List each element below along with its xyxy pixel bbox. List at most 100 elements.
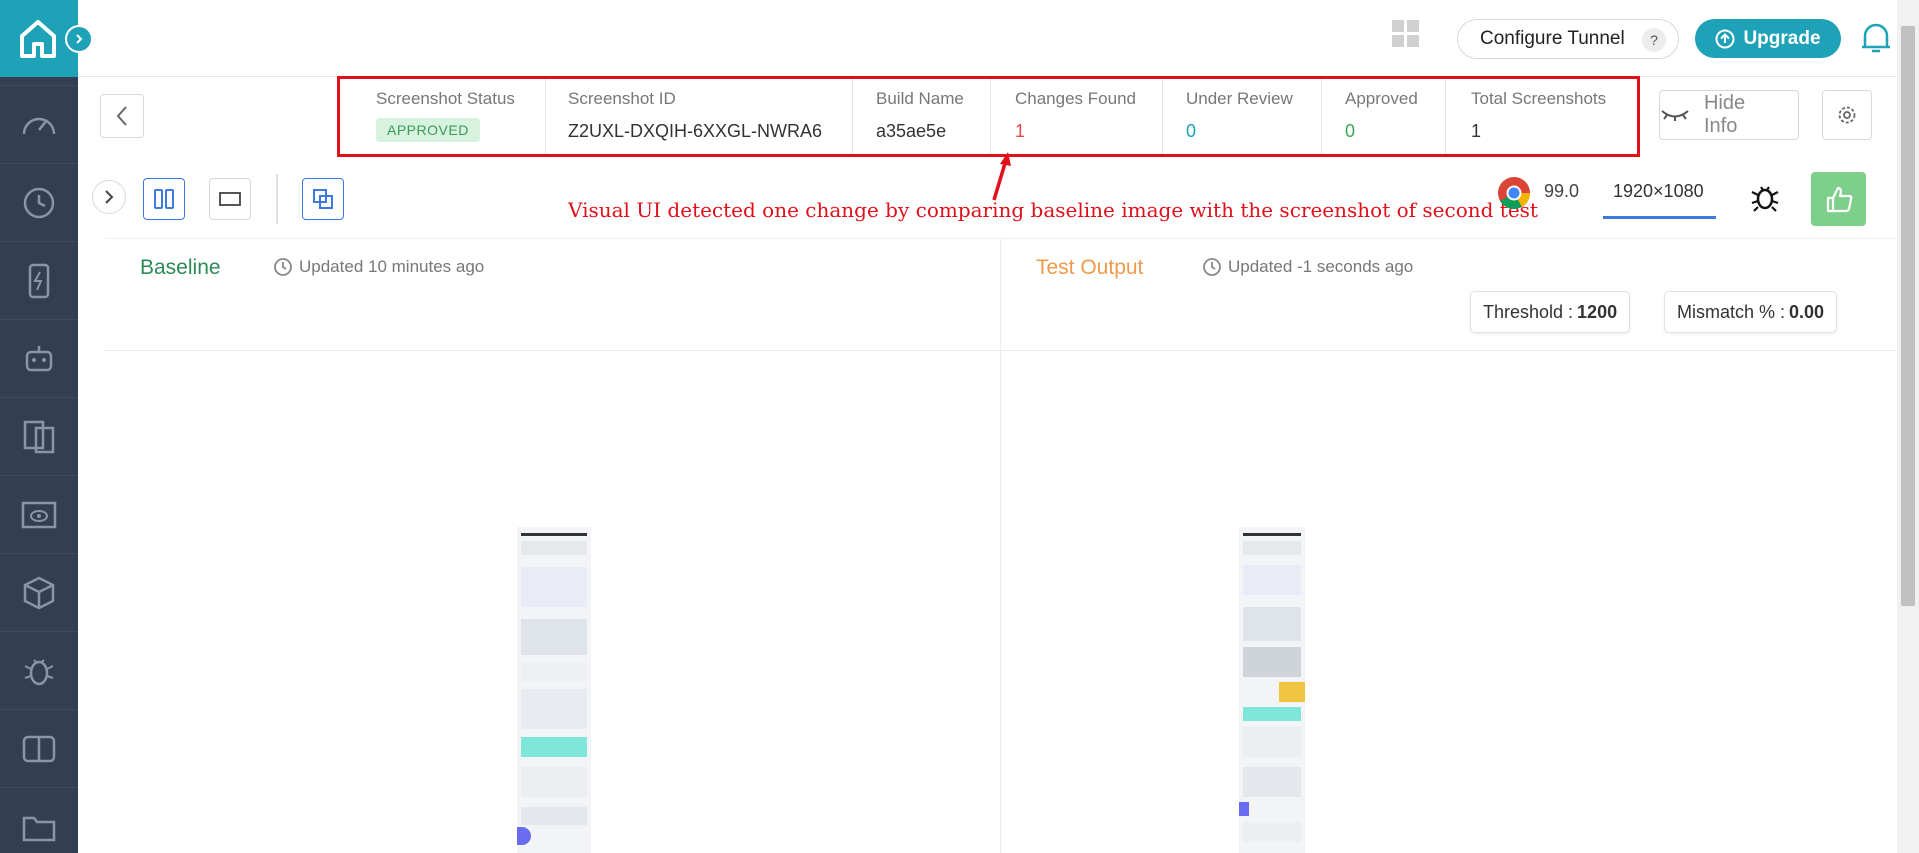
- overlay-icon: [313, 189, 333, 209]
- bug-icon: [24, 658, 54, 685]
- nav-realtime[interactable]: [0, 163, 78, 241]
- status-badge: APPROVED: [376, 118, 480, 142]
- baseline-screenshot-thumbnail[interactable]: [517, 527, 591, 853]
- screenshot-status-column: Screenshot Status APPROVED: [340, 79, 546, 154]
- help-icon[interactable]: ?: [1642, 28, 1666, 52]
- sidebar: [0, 0, 78, 853]
- chevron-right-icon: [76, 34, 83, 44]
- arrow-up-circle-icon: [1715, 29, 1735, 48]
- nav-files[interactable]: [0, 787, 78, 853]
- nav-app-automation[interactable]: [0, 241, 78, 319]
- total-screenshots-column: Total Screenshots 1: [1446, 79, 1637, 154]
- cube-icon: [23, 576, 55, 609]
- changes-found-column: Changes Found 1: [991, 79, 1163, 154]
- settings-button[interactable]: [1822, 90, 1872, 140]
- test-output-screenshot-thumbnail[interactable]: [1239, 527, 1305, 853]
- mismatch-chip: Mismatch % : 0.00: [1664, 291, 1838, 333]
- under-review-label: Under Review: [1186, 89, 1293, 108]
- approve-button[interactable]: [1811, 172, 1866, 226]
- toolbar-divider: [276, 174, 278, 224]
- mismatch-label: Mismatch % :: [1677, 301, 1786, 322]
- screenshot-info-panel: Screenshot Status APPROVED Screenshot ID…: [337, 76, 1640, 157]
- sidebar-expand-button[interactable]: [65, 25, 93, 53]
- nav-test-manager[interactable]: [0, 397, 78, 475]
- hide-info-button[interactable]: Hide Info: [1659, 90, 1799, 140]
- folder-icon: [22, 816, 56, 841]
- test-output-header: Test Output Updated -1 seconds ago Thres…: [1001, 239, 1896, 351]
- configure-tunnel-label: Configure Tunnel: [1480, 28, 1625, 49]
- history-icon: [274, 258, 292, 276]
- changes-found-label: Changes Found: [1015, 89, 1136, 108]
- hide-info-label: Hide Info: [1703, 92, 1746, 137]
- configure-tunnel-button[interactable]: Configure Tunnel ?: [1457, 19, 1679, 59]
- thumbs-up-icon: [1826, 186, 1852, 213]
- test-output-pane: Test Output Updated -1 seconds ago Thres…: [1001, 239, 1896, 853]
- total-screenshots-label: Total Screenshots: [1471, 89, 1607, 108]
- logo-icon: [20, 20, 56, 58]
- speedometer-icon: [22, 117, 56, 134]
- clock-icon: [23, 187, 55, 218]
- browser-version: 99.0: [1544, 181, 1580, 201]
- nav-issue-tracker[interactable]: [0, 631, 78, 709]
- single-view-icon: [219, 192, 241, 206]
- test-output-updated-text: Updated -1 seconds ago: [1228, 257, 1414, 276]
- baseline-pane: Baseline Updated 10 minutes ago: [105, 239, 1001, 853]
- build-name-value: a35ae5e: [876, 121, 947, 141]
- approved-column: Approved 0: [1322, 79, 1446, 154]
- screenshot-id-column: Screenshot ID Z2UXL-DXQIH-6XXGL-NWRA6: [546, 79, 853, 154]
- robot-icon: [25, 345, 53, 371]
- nav-dashboard[interactable]: [0, 85, 78, 163]
- gear-icon: [1838, 106, 1856, 124]
- screenshot-id-value: Z2UXL-DXQIH-6XXGL-NWRA6: [568, 121, 823, 141]
- mobile-bolt-icon: [28, 263, 50, 298]
- upgrade-label: Upgrade: [1743, 27, 1821, 49]
- nav-visual-ui[interactable]: [0, 475, 78, 553]
- nav-integrations[interactable]: [0, 553, 78, 631]
- comparison-area: Baseline Updated 10 minutes ago Test Out…: [105, 238, 1896, 853]
- screenshot-status-label: Screenshot Status: [376, 89, 515, 108]
- chevron-left-icon: [116, 106, 127, 126]
- approved-value[interactable]: 0: [1345, 121, 1445, 142]
- threshold-value: 1200: [1577, 301, 1618, 322]
- build-name-column: Build Name a35ae5e: [853, 79, 991, 154]
- test-output-updated: Updated -1 seconds ago: [1202, 257, 1413, 277]
- single-view-button[interactable]: [209, 178, 251, 220]
- chrome-browser-icon: [1497, 176, 1531, 215]
- overlay-view-button[interactable]: [302, 178, 344, 220]
- build-name-label: Build Name: [876, 89, 964, 108]
- eye-closed-icon: [1661, 110, 1689, 121]
- side-by-side-view-button[interactable]: [143, 178, 185, 220]
- top-bar: Configure Tunnel ? Upgrade: [78, 0, 1919, 77]
- resolution-selector[interactable]: 1920×1080: [1603, 176, 1716, 219]
- under-review-column: Under Review 0: [1163, 79, 1322, 154]
- panel-expand-button[interactable]: [92, 180, 126, 214]
- threshold-chip: Threshold : 1200: [1470, 291, 1631, 333]
- compare-icon: [22, 735, 56, 762]
- apps-grid-icon[interactable]: [1392, 20, 1420, 53]
- page-scrollbar[interactable]: [1897, 0, 1919, 853]
- mismatch-value: 0.00: [1789, 301, 1825, 322]
- report-bug-icon[interactable]: [1749, 181, 1781, 218]
- baseline-updated: Updated 10 minutes ago: [273, 257, 484, 277]
- changes-found-value[interactable]: 1: [1015, 121, 1162, 142]
- baseline-updated-text: Updated 10 minutes ago: [299, 257, 485, 276]
- nav-automation[interactable]: [0, 319, 78, 397]
- documents-icon: [23, 420, 55, 453]
- threshold-label: Threshold :: [1483, 301, 1574, 322]
- notification-bell-icon[interactable]: [1857, 19, 1895, 62]
- baseline-header: Baseline Updated 10 minutes ago: [105, 239, 1000, 351]
- scrollbar-thumb[interactable]: [1901, 26, 1915, 606]
- annotation-text: Visual UI detected one change by compari…: [568, 198, 1538, 222]
- back-button[interactable]: [100, 94, 144, 138]
- test-output-title: Test Output: [1036, 256, 1144, 279]
- under-review-value[interactable]: 0: [1186, 121, 1321, 142]
- baseline-title: Baseline: [140, 256, 221, 279]
- screenshot-id-label: Screenshot ID: [568, 89, 676, 108]
- eye-window-icon: [21, 501, 57, 528]
- total-screenshots-value: 1: [1471, 121, 1482, 141]
- history-icon: [1203, 258, 1221, 276]
- split-view-icon: [154, 189, 174, 209]
- approved-label: Approved: [1345, 89, 1418, 108]
- nav-compare[interactable]: [0, 709, 78, 787]
- upgrade-button[interactable]: Upgrade: [1695, 19, 1841, 58]
